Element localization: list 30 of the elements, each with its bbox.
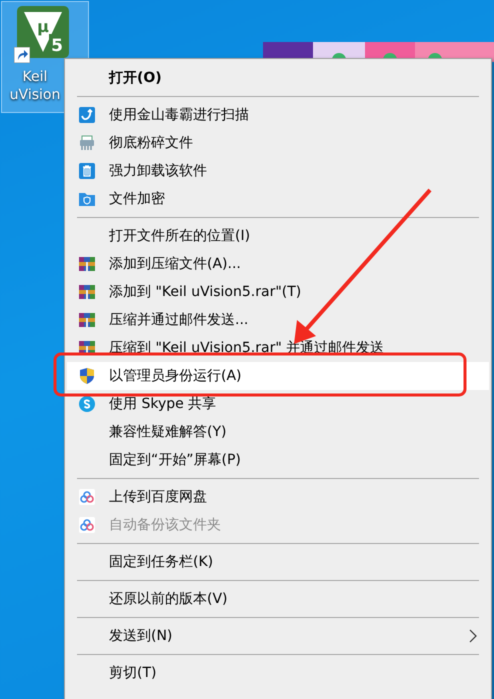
menu-item[interactable]: 固定到任务栏(K) <box>67 548 489 576</box>
menu-item[interactable]: 彻底粉碎文件 <box>67 129 489 157</box>
scan-icon <box>79 107 95 123</box>
shortcut-arrow-icon <box>14 47 30 63</box>
menu-item[interactable]: 剪切(T) <box>67 659 489 687</box>
menu-item[interactable]: 使用 Skype 共享 <box>67 390 489 418</box>
archive-books-icon <box>79 256 95 272</box>
trash-icon <box>79 163 95 179</box>
menu-item[interactable]: 还原以前的版本(V) <box>67 585 489 613</box>
cloud-icon <box>79 489 95 505</box>
menu-item[interactable]: 固定到“开始”屏幕(P) <box>67 446 489 474</box>
menu-item[interactable]: 打开文件所在的位置(I) <box>67 222 489 250</box>
menu-item[interactable]: 发送到(N) <box>67 622 489 650</box>
archive-books-icon <box>79 284 95 300</box>
menu-item[interactable]: 文件加密 <box>67 185 489 213</box>
cloud-icon <box>79 517 95 533</box>
menu-item[interactable]: 强力卸载该软件 <box>67 157 489 185</box>
menu-item[interactable]: 上传到百度网盘 <box>67 483 489 511</box>
shortcut-label: Keil uVision <box>8 68 62 104</box>
shield-icon <box>79 368 95 384</box>
archive-books-icon <box>79 312 95 328</box>
app-logo-icon: μ 5 <box>17 6 69 58</box>
menu-item[interactable]: 压缩并通过邮件发送... <box>67 306 489 334</box>
shredder-icon <box>79 135 95 151</box>
menu-item[interactable]: 以管理员身份运行(A) <box>67 362 489 390</box>
menu-item[interactable]: 添加到压缩文件(A)... <box>67 250 489 278</box>
menu-item[interactable]: 兼容性疑难解答(Y) <box>67 418 489 446</box>
folder-shield-icon <box>79 191 95 207</box>
menu-item[interactable]: 添加到 "Keil uVision5.rar"(T) <box>67 278 489 306</box>
skype-icon <box>79 396 95 412</box>
